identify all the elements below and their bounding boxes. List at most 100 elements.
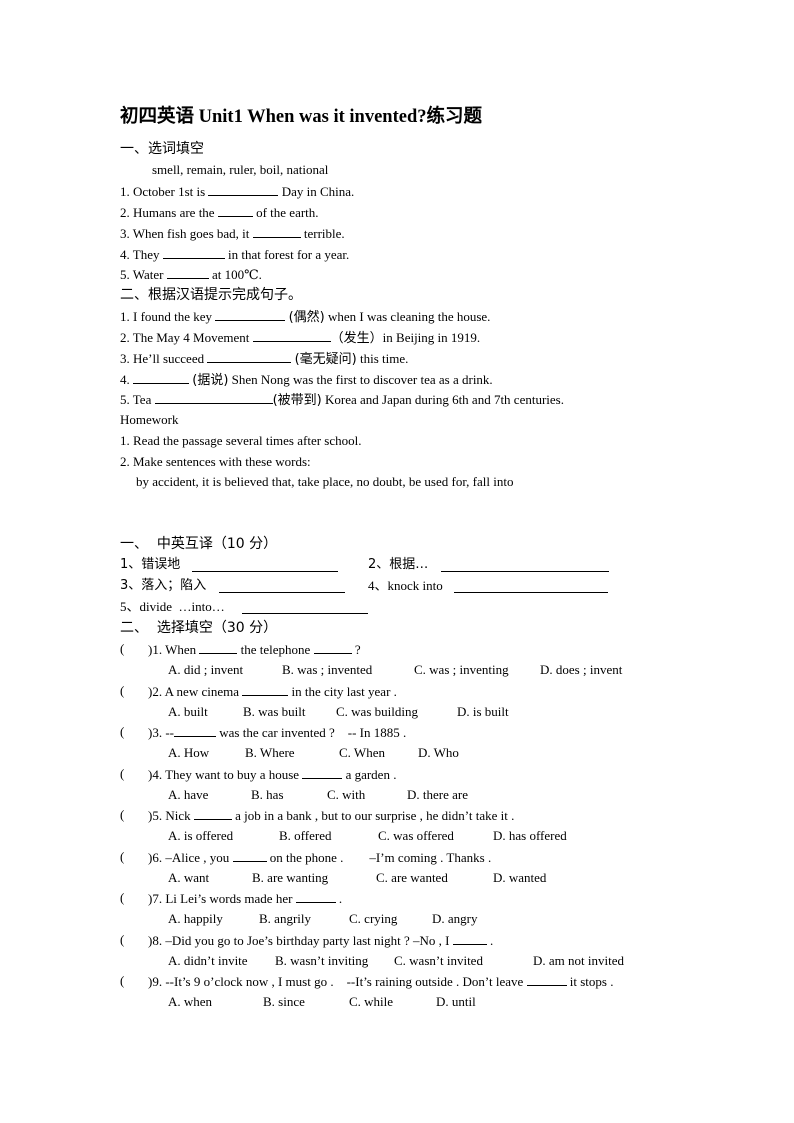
answer-blank[interactable] — [193, 807, 232, 820]
translate-item: 1、错误地 — [120, 557, 180, 573]
answer-blank[interactable] — [199, 641, 238, 654]
answer-bracket[interactable]: ( — [120, 766, 124, 782]
fill-item-post: of the earth. — [252, 205, 319, 220]
stem-text: –Did you go to Joe’s birthday party last… — [165, 933, 453, 948]
translate-item: 4、knock into — [368, 578, 443, 594]
option-c[interactable]: C. was ; inventing — [414, 662, 509, 678]
option-b[interactable]: B. wasn’t inviting — [275, 953, 368, 969]
answer-blank[interactable] — [232, 849, 267, 862]
sentence-post: Korea and Japan during 6th and 7th centu… — [321, 392, 564, 407]
section-heading-complete-sentences: 二、根据汉语提示完成句子。 — [120, 287, 302, 303]
option-b[interactable]: B. offered — [279, 828, 331, 844]
option-d[interactable]: D. has offered — [493, 828, 567, 844]
question-stem: )1. When the telephone ? — [148, 641, 361, 658]
option-b[interactable]: B. angrily — [259, 911, 311, 927]
answer-blank[interactable] — [174, 724, 217, 737]
option-d[interactable]: D. am not invited — [533, 953, 624, 969]
answer-bracket[interactable]: ( — [120, 932, 124, 948]
option-a[interactable]: A. didn’t invite — [168, 953, 248, 969]
option-b[interactable]: B. was ; invented — [282, 662, 372, 678]
option-a[interactable]: A. did ; invent — [168, 662, 243, 678]
option-c[interactable]: C. When — [339, 745, 385, 761]
option-d[interactable]: D. there are — [407, 787, 468, 803]
answer-blank[interactable] — [208, 183, 279, 196]
answer-bracket[interactable]: ( — [120, 641, 124, 657]
option-c[interactable]: C. are wanted — [376, 870, 448, 886]
question-stem: )2. A new cinema in the city last year . — [148, 683, 397, 700]
answer-blank[interactable] — [441, 559, 609, 572]
sentence-post: this time. — [356, 351, 409, 366]
stem-text: A new cinema — [164, 684, 243, 699]
option-a[interactable]: A. How — [168, 745, 209, 761]
stem-text: the telephone — [237, 642, 314, 657]
answer-blank[interactable] — [526, 973, 567, 986]
answer-bracket[interactable]: ( — [120, 890, 124, 906]
translate-prompt: 2、根据… — [368, 557, 429, 572]
answer-blank[interactable] — [452, 932, 487, 945]
question-number: )8. — [148, 933, 166, 948]
question-stem: )6. –Alice , you on the phone . –I’m com… — [148, 849, 491, 866]
option-b[interactable]: B. since — [263, 994, 305, 1010]
option-d[interactable]: D. until — [436, 994, 476, 1010]
answer-blank[interactable] — [166, 266, 209, 279]
option-c[interactable]: C. crying — [349, 911, 397, 927]
option-c[interactable]: C. while — [349, 994, 393, 1010]
answer-blank[interactable] — [252, 329, 331, 342]
answer-blank[interactable] — [302, 766, 343, 779]
option-d[interactable]: D. Who — [418, 745, 459, 761]
option-b[interactable]: B. are wanting — [252, 870, 328, 886]
answer-blank[interactable] — [192, 559, 338, 572]
stem-text: --It’s 9 o’clock now , I must go . --It’… — [165, 974, 527, 989]
answer-blank[interactable] — [295, 890, 336, 903]
answer-blank[interactable] — [154, 391, 273, 404]
answer-bracket[interactable]: ( — [120, 807, 124, 823]
answer-blank[interactable] — [207, 350, 292, 363]
sentence-post: when I was cleaning the house. — [324, 309, 491, 324]
option-c[interactable]: C. was offered — [378, 828, 454, 844]
sentence-item: 4. (据说) Shen Nong was the first to disco… — [120, 371, 493, 389]
stem-text: They want to buy a house — [165, 767, 303, 782]
translate-prompt: 4、knock into — [368, 578, 443, 593]
option-d[interactable]: D. is built — [457, 704, 509, 720]
sentence-item: 5. Tea (被带到) Korea and Japan during 6th … — [120, 391, 564, 409]
answer-blank[interactable] — [162, 246, 225, 259]
answer-blank[interactable] — [454, 580, 608, 593]
answer-blank[interactable] — [217, 204, 253, 217]
stem-text: Nick — [165, 808, 194, 823]
section-heading-word-fill: 一、选词填空 — [120, 141, 204, 157]
option-d[interactable]: D. angry — [432, 911, 478, 927]
answer-bracket[interactable]: ( — [120, 724, 124, 740]
answer-bracket[interactable]: ( — [120, 849, 124, 865]
option-a[interactable]: A. when — [168, 994, 212, 1010]
answer-blank[interactable] — [242, 601, 368, 614]
answer-bracket[interactable]: ( — [120, 683, 124, 699]
answer-blank[interactable] — [215, 308, 286, 321]
section-heading-translation: 一、 中英互译（10 分） — [120, 536, 278, 552]
translate-item: 3、落入；陷入 — [120, 578, 206, 594]
homework-phrases: by accident, it is believed that, take p… — [136, 474, 514, 489]
answer-blank[interactable] — [313, 641, 352, 654]
answer-blank[interactable] — [242, 683, 289, 696]
option-a[interactable]: A. is offered — [168, 828, 233, 844]
stem-text: a garden . — [342, 767, 397, 782]
option-c[interactable]: C. was building — [336, 704, 418, 720]
option-b[interactable]: B. Where — [245, 745, 295, 761]
option-b[interactable]: B. has — [251, 787, 284, 803]
option-c[interactable]: C. wasn’t invited — [394, 953, 483, 969]
option-d[interactable]: D. wanted — [493, 870, 546, 886]
option-d[interactable]: D. does ; invent — [540, 662, 622, 678]
answer-blank[interactable] — [252, 225, 301, 238]
answer-bracket[interactable]: ( — [120, 973, 124, 989]
option-a[interactable]: A. built — [168, 704, 208, 720]
chinese-hint: (据说) — [192, 373, 229, 388]
question-stem: )4. They want to buy a house a garden . — [148, 766, 396, 783]
answer-blank[interactable] — [219, 580, 345, 593]
option-a[interactable]: A. want — [168, 870, 209, 886]
option-a[interactable]: A. have — [168, 787, 208, 803]
option-c[interactable]: C. with — [327, 787, 365, 803]
answer-blank[interactable] — [133, 371, 189, 384]
option-b[interactable]: B. was built — [243, 704, 305, 720]
option-a[interactable]: A. happily — [168, 911, 223, 927]
chinese-hint: (被带到) — [272, 393, 322, 408]
stem-text: on the phone . –I’m coming . Thanks . — [266, 850, 492, 865]
